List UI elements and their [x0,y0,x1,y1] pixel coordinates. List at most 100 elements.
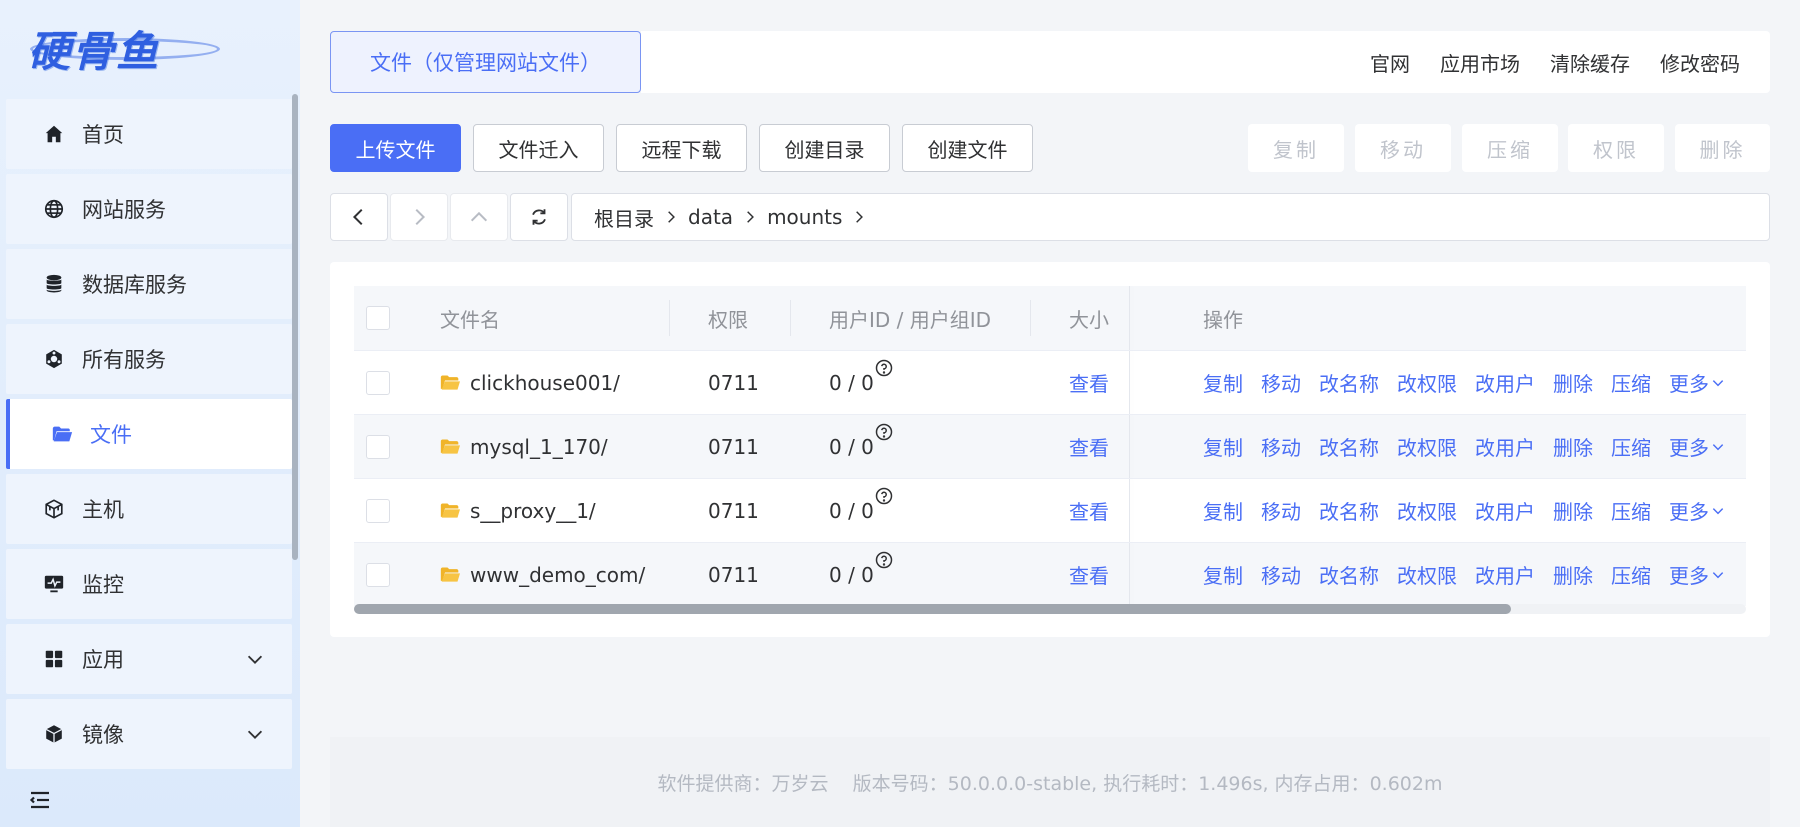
op-copy-link[interactable]: 复制 [1203,368,1243,397]
help-circle-icon[interactable] [875,359,893,377]
view-size-link[interactable]: 查看 [1069,496,1165,525]
op-compress-link[interactable]: 压缩 [1611,496,1651,525]
breadcrumb[interactable]: 根目录 data mounts [571,193,1770,241]
op-delete-link[interactable]: 删除 [1553,496,1593,525]
sidebar-item-files[interactable]: 文件 [6,399,292,469]
sidebar-item-apps[interactable]: 应用 [6,624,292,694]
header-link-official-site[interactable]: 官网 [1370,48,1410,77]
chevron-down-icon [1712,379,1724,386]
column-header-name[interactable]: 文件名 [440,304,708,333]
sidebar-scrollbar[interactable] [292,94,298,560]
row-checkbox[interactable] [366,434,390,459]
copy-button[interactable]: 复制 [1248,124,1344,172]
breadcrumb-mounts[interactable]: mounts [767,205,842,229]
op-delete-link[interactable]: 删除 [1553,368,1593,397]
op-move-link[interactable]: 移动 [1261,560,1301,589]
sidebar-item-home[interactable]: 首页 [6,99,292,169]
op-copy-link[interactable]: 复制 [1203,560,1243,589]
header-link-change-password[interactable]: 修改密码 [1660,48,1740,77]
op-change-owner-link[interactable]: 改用户 [1475,496,1535,525]
op-change-owner-link[interactable]: 改用户 [1475,560,1535,589]
view-size-link[interactable]: 查看 [1069,560,1165,589]
file-name-link[interactable]: s__proxy__1/ [470,499,596,523]
op-change-owner-link[interactable]: 改用户 [1475,368,1535,397]
remote-download-button[interactable]: 远程下载 [616,124,747,172]
op-move-link[interactable]: 移动 [1261,368,1301,397]
sidebar-item-label: 网站服务 [82,198,166,222]
chevron-down-icon[interactable] [244,648,266,670]
op-compress-link[interactable]: 压缩 [1611,560,1651,589]
sidebar-item-label: 数据库服务 [82,273,187,297]
op-move-link[interactable]: 移动 [1261,496,1301,525]
forward-button[interactable] [390,193,448,241]
sidebar: 硬骨鱼 首页 网站服务 数据库服务 所有服务 文件 主机 监控 应用 镜像 [0,0,300,827]
table-horizontal-scrollbar[interactable] [354,604,1746,614]
upload-file-button[interactable]: 上传文件 [330,124,461,172]
table-header: 文件名 权限 用户ID / 用户组ID 大小 操作 [354,286,1746,350]
sidebar-item-host[interactable]: 主机 [6,474,292,544]
op-delete-link[interactable]: 删除 [1553,432,1593,461]
row-checkbox[interactable] [366,370,390,395]
sidebar-item-websites[interactable]: 网站服务 [6,174,292,244]
op-change-permission-link[interactable]: 改权限 [1397,432,1457,461]
op-rename-link[interactable]: 改名称 [1319,368,1379,397]
chevron-down-icon [1712,443,1724,450]
op-change-owner-link[interactable]: 改用户 [1475,432,1535,461]
view-size-link[interactable]: 查看 [1069,432,1165,461]
table-row: mysql_1_170/ 0711 0 / 0 查看 复制 移动 改名称 改权限… [354,414,1746,478]
op-change-permission-link[interactable]: 改权限 [1397,496,1457,525]
op-rename-link[interactable]: 改名称 [1319,496,1379,525]
monitor-icon [42,572,66,596]
op-more-dropdown[interactable]: 更多 [1669,560,1725,589]
op-change-permission-link[interactable]: 改权限 [1397,368,1457,397]
header-link-app-market[interactable]: 应用市场 [1440,48,1520,77]
sidebar-item-label: 首页 [82,123,124,147]
create-directory-button[interactable]: 创建目录 [759,124,890,172]
sidebar-item-database[interactable]: 数据库服务 [6,249,292,319]
op-change-permission-link[interactable]: 改权限 [1397,560,1457,589]
sidebar-item-monitor[interactable]: 监控 [6,549,292,619]
op-rename-link[interactable]: 改名称 [1319,432,1379,461]
back-button[interactable] [330,193,388,241]
help-circle-icon[interactable] [875,487,893,505]
refresh-button[interactable] [510,193,568,241]
op-copy-link[interactable]: 复制 [1203,432,1243,461]
op-more-dropdown[interactable]: 更多 [1669,368,1725,397]
row-checkbox[interactable] [366,498,390,523]
op-more-dropdown[interactable]: 更多 [1669,432,1725,461]
tab-files[interactable]: 文件（仅管理网站文件） [330,31,641,93]
help-circle-icon[interactable] [875,551,893,569]
op-compress-link[interactable]: 压缩 [1611,368,1651,397]
op-more-label: 更多 [1669,436,1709,460]
file-name-link[interactable]: mysql_1_170/ [470,435,608,459]
delete-button[interactable]: 删除 [1675,124,1770,172]
help-circle-icon[interactable] [875,423,893,441]
breadcrumb-data[interactable]: data [688,205,733,229]
select-all-checkbox[interactable] [366,306,390,330]
op-move-link[interactable]: 移动 [1261,432,1301,461]
create-file-button[interactable]: 创建文件 [902,124,1033,172]
breadcrumb-root[interactable]: 根目录 [594,203,654,232]
scrollbar-thumb[interactable] [354,604,1511,614]
op-more-dropdown[interactable]: 更多 [1669,496,1725,525]
services-icon [42,347,66,371]
move-button[interactable]: 移动 [1355,124,1451,172]
header-link-clear-cache[interactable]: 清除缓存 [1550,48,1630,77]
file-name-link[interactable]: clickhouse001/ [470,371,620,395]
op-rename-link[interactable]: 改名称 [1319,560,1379,589]
app-logo[interactable]: 硬骨鱼 [28,18,228,78]
up-directory-button[interactable] [450,193,508,241]
permission-button[interactable]: 权限 [1568,124,1664,172]
import-files-button[interactable]: 文件迁入 [473,124,604,172]
view-size-link[interactable]: 查看 [1069,368,1165,397]
op-compress-link[interactable]: 压缩 [1611,432,1651,461]
op-delete-link[interactable]: 删除 [1553,560,1593,589]
collapse-menu-icon[interactable] [28,788,52,812]
sidebar-item-images[interactable]: 镜像 [6,699,292,769]
chevron-down-icon[interactable] [244,723,266,745]
sidebar-item-all-services[interactable]: 所有服务 [6,324,292,394]
compress-button[interactable]: 压缩 [1462,124,1558,172]
op-copy-link[interactable]: 复制 [1203,496,1243,525]
file-name-link[interactable]: www_demo_com/ [470,563,645,587]
row-checkbox[interactable] [366,562,390,587]
